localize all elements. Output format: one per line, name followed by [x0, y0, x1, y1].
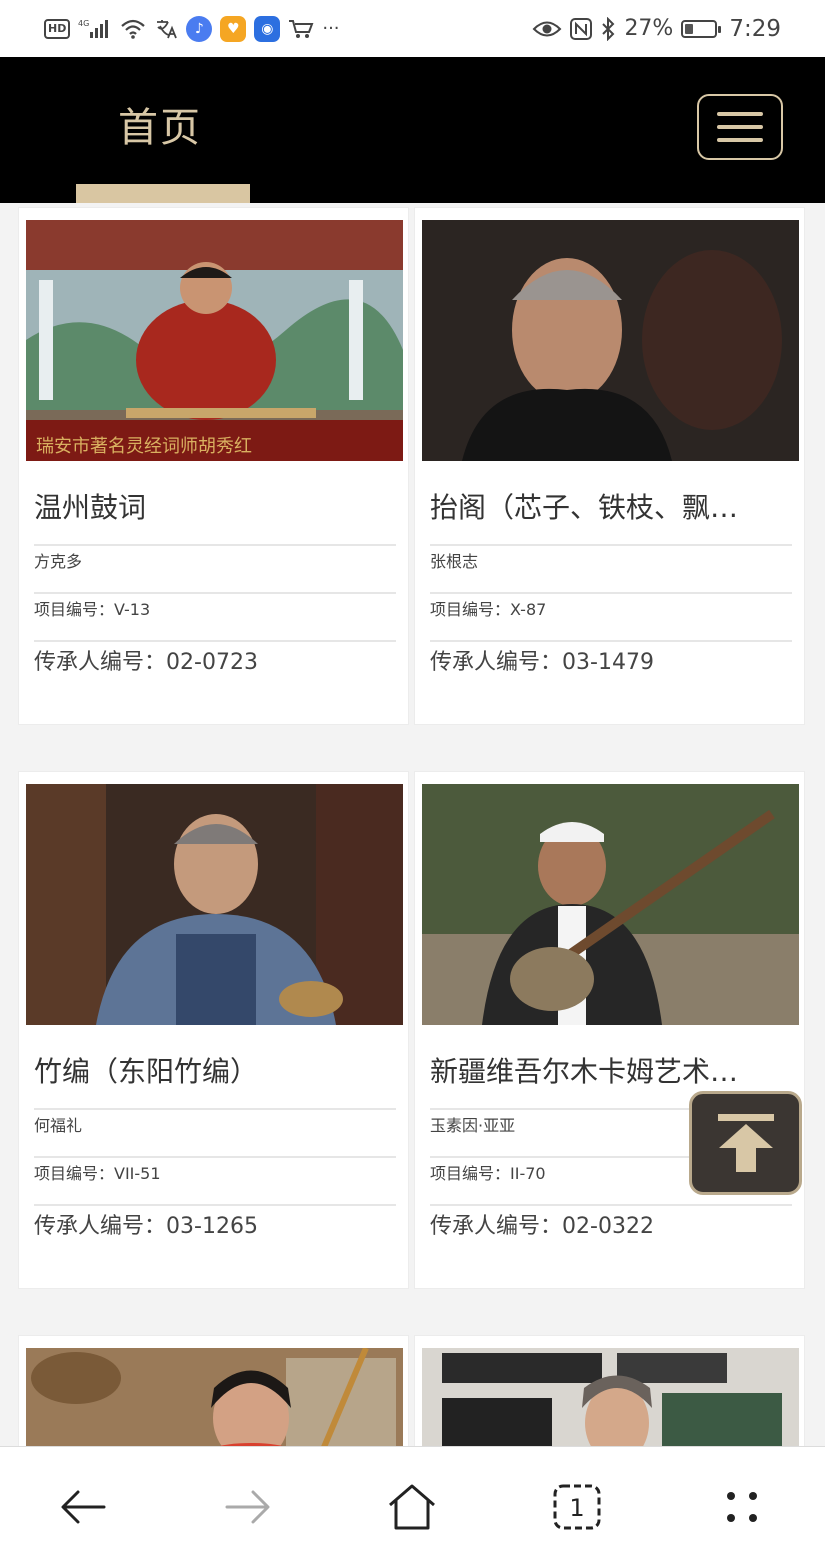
more-notifications-icon: ···	[322, 18, 340, 39]
divider	[34, 1204, 396, 1206]
bluetooth-icon	[600, 16, 616, 41]
card-title: 新疆维吾尔木卡姆艺术…	[430, 1055, 739, 1088]
project-number: 项目编号：VII-51	[34, 1160, 161, 1184]
project-value: II-70	[510, 1164, 546, 1183]
heir-value: 03-1479	[562, 650, 654, 675]
status-left: HD 4G ♪ ♥ ◉ ···	[44, 15, 340, 42]
wifi-icon	[120, 17, 146, 41]
svg-text:瑞安市著名灵经词师胡秀红: 瑞安市著名灵经词师胡秀红	[36, 436, 252, 457]
back-button[interactable]	[53, 1477, 113, 1537]
inheritor-number: 传承人编号：03-1265	[34, 1208, 258, 1240]
menu-bar	[717, 112, 763, 116]
project-value: V-13	[114, 600, 151, 619]
divider	[34, 640, 396, 642]
inheritor-name: 张根志	[430, 552, 479, 571]
home-icon	[389, 1484, 435, 1530]
project-label: 项目编号：	[430, 1164, 511, 1183]
translate-icon	[154, 17, 178, 41]
divider	[34, 1156, 396, 1158]
cart-icon	[288, 17, 314, 41]
heritage-card[interactable]: 竹编（东阳竹编） 何福礼 项目编号：VII-51 传承人编号：03-1265	[18, 771, 409, 1289]
inheritor-number: 传承人编号：03-1479	[430, 644, 654, 676]
card-title: 温州鼓词	[34, 491, 147, 524]
home-button[interactable]	[382, 1477, 442, 1537]
tabs-button[interactable]: 1	[547, 1477, 607, 1537]
status-bar: HD 4G ♪ ♥ ◉ ··· 27% 7:29	[0, 0, 825, 57]
svg-text:1: 1	[569, 1494, 584, 1522]
back-to-top-button[interactable]	[689, 1091, 802, 1195]
more-menu-button[interactable]	[712, 1477, 772, 1537]
card-title: 抬阁（芯子、铁枝、飘…	[430, 491, 739, 524]
project-value: X-87	[510, 600, 547, 619]
arrow-left-icon	[61, 1490, 106, 1524]
inheritor-photo	[422, 784, 799, 1025]
signal-icon: 4G	[78, 17, 112, 41]
project-number: 项目编号：X-87	[430, 596, 546, 620]
project-label: 项目编号：	[34, 600, 115, 619]
inheritor-number: 传承人编号：02-0723	[34, 644, 258, 676]
battery-icon	[681, 19, 722, 38]
four-dots-icon	[727, 1492, 757, 1522]
card-title: 竹编（东阳竹编）	[34, 1055, 259, 1088]
inheritor-number: 传承人编号：02-0322	[430, 1208, 654, 1240]
project-label: 项目编号：	[430, 600, 511, 619]
divider	[34, 1108, 396, 1110]
clock: 7:29	[729, 15, 781, 42]
divider	[34, 592, 396, 594]
menu-bar	[717, 125, 763, 129]
divider	[430, 640, 792, 642]
page-title[interactable]: 首页	[118, 95, 202, 153]
divider	[430, 544, 792, 546]
divider	[430, 1204, 792, 1206]
tabs-icon: 1	[553, 1484, 601, 1530]
inheritor-name: 玉素因·亚亚	[430, 1116, 516, 1135]
chat-app-icon: ◉	[254, 15, 281, 42]
project-number: 项目编号：V-13	[34, 596, 150, 620]
site-header: 首页	[0, 57, 825, 203]
browser-bottom-toolbar: 1	[0, 1446, 825, 1563]
heir-label: 传承人编号：	[430, 1214, 563, 1239]
heritage-card[interactable]: 抬阁（芯子、铁枝、飘… 张根志 项目编号：X-87 传承人编号：03-1479	[414, 207, 805, 725]
forward-button[interactable]	[218, 1477, 278, 1537]
heritage-card[interactable]: 瑞安市著名灵经词师胡秀红 温州鼓词 方克多 项目编号：V-13 传承人编号：02…	[18, 207, 409, 725]
hamburger-menu-button[interactable]	[697, 94, 783, 160]
project-value: VII-51	[114, 1164, 161, 1183]
inheritor-photo	[26, 784, 403, 1025]
heir-value: 03-1265	[166, 1214, 258, 1239]
active-tab-indicator	[76, 184, 250, 203]
heir-label: 传承人编号：	[34, 650, 167, 675]
arrow-up-to-top-icon	[717, 1114, 774, 1172]
heir-value: 02-0322	[562, 1214, 654, 1239]
heritage-card[interactable]: 新疆维吾尔木卡姆艺术… 玉素因·亚亚 项目编号：II-70 传承人编号：02-0…	[414, 771, 805, 1289]
project-label: 项目编号：	[34, 1164, 115, 1183]
inheritor-name: 方克多	[34, 552, 83, 571]
arrow-right-icon	[225, 1490, 270, 1524]
inheritor-photo: 瑞安市著名灵经词师胡秀红	[26, 220, 403, 461]
heir-label: 传承人编号：	[430, 650, 563, 675]
eye-icon	[532, 17, 562, 41]
nfc-icon	[570, 17, 593, 41]
battery-fill	[685, 23, 693, 34]
divider	[430, 592, 792, 594]
inheritor-name: 何福礼	[34, 1116, 83, 1135]
heir-label: 传承人编号：	[34, 1214, 167, 1239]
hd-icon: HD	[44, 18, 71, 39]
menu-bar	[717, 138, 763, 142]
shopping-app-icon: ♥	[220, 15, 247, 42]
battery-percent: 27%	[624, 16, 674, 41]
project-number: 项目编号：II-70	[430, 1160, 546, 1184]
heir-value: 02-0723	[166, 650, 258, 675]
svg-text:4G: 4G	[78, 19, 89, 28]
divider	[34, 544, 396, 546]
inheritor-photo	[422, 220, 799, 461]
status-right: 27% 7:29	[532, 15, 781, 42]
music-app-icon: ♪	[186, 15, 213, 42]
